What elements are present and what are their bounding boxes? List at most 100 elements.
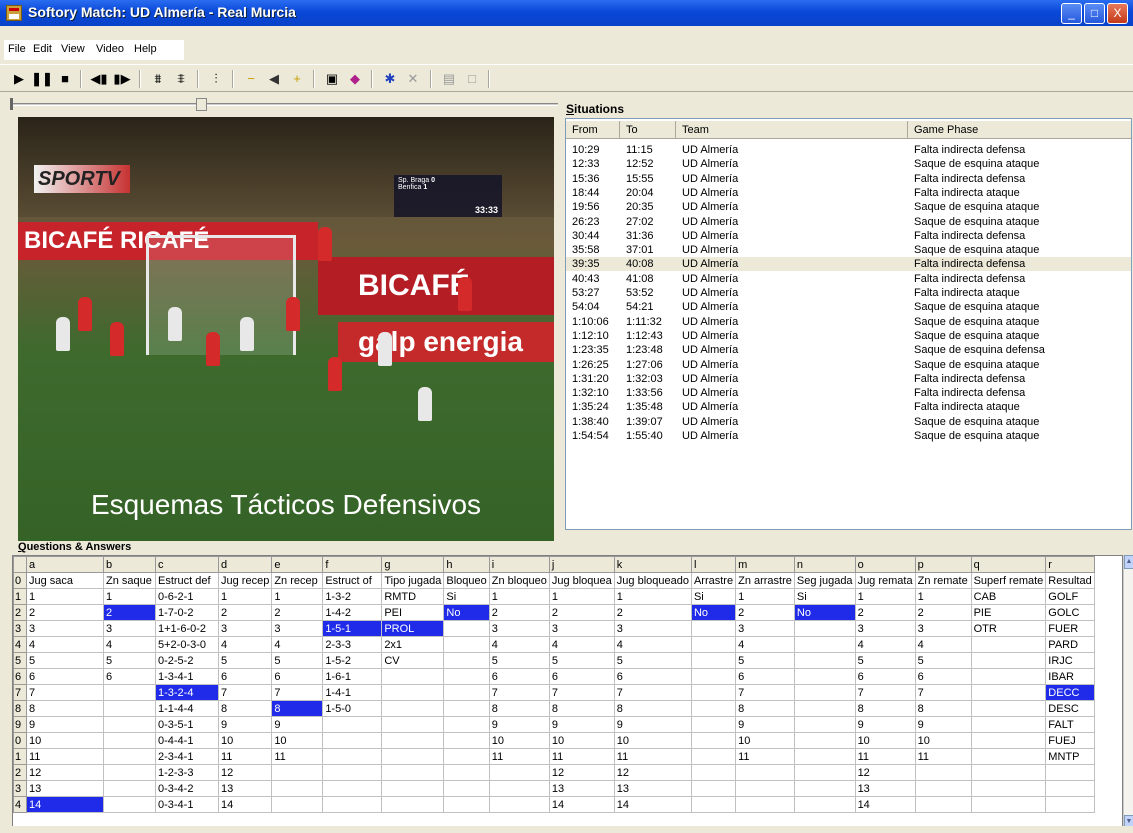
- qa-cell[interactable]: No: [443, 604, 490, 621]
- qa-column-header[interactable]: Zn bloqueo: [488, 572, 550, 589]
- qa-column-letter[interactable]: k: [613, 556, 692, 573]
- title-bar[interactable]: Softory Match: UD Almería - Real Murcia …: [0, 0, 1133, 26]
- qa-cell[interactable]: [322, 748, 383, 765]
- situation-row[interactable]: 1:26:25 1:27:06 UD Almería Saque de esquina…: [566, 358, 1131, 372]
- qa-cell[interactable]: 0-3-4-2: [155, 780, 219, 797]
- qa-cell[interactable]: 0-2-5-2: [155, 652, 219, 669]
- qa-cell[interactable]: 3: [217, 620, 273, 637]
- qa-cell[interactable]: 11: [613, 748, 692, 765]
- qa-cell[interactable]: [443, 636, 490, 653]
- qa-cell[interactable]: 5: [271, 652, 324, 669]
- qa-cell[interactable]: PARD: [1045, 636, 1095, 653]
- qa-cell[interactable]: 8: [271, 700, 324, 717]
- qa-cell[interactable]: 5: [613, 652, 692, 669]
- qa-cell[interactable]: [690, 796, 737, 813]
- qa-cell[interactable]: PROL: [381, 620, 445, 637]
- properties-icon[interactable]: ▤: [438, 68, 460, 90]
- qa-cell[interactable]: [1045, 796, 1095, 813]
- qa-cell[interactable]: [970, 668, 1047, 685]
- qa-cell[interactable]: [1045, 780, 1095, 797]
- qa-column-letter[interactable]: a: [26, 556, 104, 573]
- qa-cell[interactable]: [970, 636, 1047, 653]
- qa-cell[interactable]: [1045, 764, 1095, 781]
- qa-cell[interactable]: 2: [26, 604, 104, 621]
- qa-column-header[interactable]: Resultad: [1045, 572, 1095, 589]
- qa-cell[interactable]: 2-3-4-1: [155, 748, 219, 765]
- qa-cell[interactable]: 11: [914, 748, 972, 765]
- qa-column-header[interactable]: Superf remate: [970, 572, 1047, 589]
- qa-cell[interactable]: 9: [271, 716, 324, 733]
- qa-cell[interactable]: 10: [271, 732, 324, 749]
- asterisk-icon[interactable]: ✱: [379, 68, 401, 90]
- qa-cell[interactable]: 13: [26, 780, 104, 797]
- qa-cell[interactable]: [322, 764, 383, 781]
- qa-cell[interactable]: PEI: [381, 604, 445, 621]
- qa-column-header[interactable]: Zn arrastre: [735, 572, 795, 589]
- qa-cell[interactable]: [271, 796, 324, 813]
- qa-cell[interactable]: [970, 652, 1047, 669]
- menu-file[interactable]: File: [8, 43, 26, 55]
- qa-cell[interactable]: 5: [914, 652, 972, 669]
- qa-column-header[interactable]: Jug remata: [854, 572, 916, 589]
- qa-cell[interactable]: 10: [488, 732, 550, 749]
- qa-cell[interactable]: 14: [217, 796, 273, 813]
- qa-cell[interactable]: 3: [914, 620, 972, 637]
- video-position-slider[interactable]: [10, 98, 558, 111]
- qa-cell[interactable]: 1-1-4-4: [155, 700, 219, 717]
- qa-cell[interactable]: 6: [103, 668, 156, 685]
- qa-cell[interactable]: 1-3-2: [322, 588, 383, 605]
- situation-row[interactable]: 35:58 37:01 UD Almería Saque de esquina ata…: [566, 243, 1131, 257]
- qa-cell[interactable]: 9: [548, 716, 615, 733]
- qa-cell[interactable]: 1: [914, 588, 972, 605]
- play-icon[interactable]: ▶: [8, 68, 30, 90]
- qa-cell[interactable]: 1: [548, 588, 615, 605]
- lineup-2-icon[interactable]: ⩨: [170, 68, 192, 90]
- qa-cell[interactable]: 7: [914, 684, 972, 701]
- qa-cell[interactable]: [381, 732, 445, 749]
- qa-cell[interactable]: [690, 668, 737, 685]
- qa-column-letter[interactable]: n: [793, 556, 856, 573]
- qa-cell[interactable]: [793, 620, 856, 637]
- qa-cell[interactable]: [443, 716, 490, 733]
- qa-cell[interactable]: FUEJ: [1045, 732, 1095, 749]
- qa-cell[interactable]: [793, 684, 856, 701]
- qa-cell[interactable]: [690, 636, 737, 653]
- qa-cell[interactable]: 6: [854, 668, 916, 685]
- qa-cell[interactable]: [443, 732, 490, 749]
- step-back-icon[interactable]: ◀▮: [88, 68, 110, 90]
- qa-column-letter[interactable]: e: [271, 556, 324, 573]
- qa-cell[interactable]: [103, 684, 156, 701]
- qa-cell[interactable]: 2: [103, 604, 156, 621]
- qa-cell[interactable]: 6: [271, 668, 324, 685]
- qa-cell[interactable]: 11: [26, 748, 104, 765]
- qa-cell[interactable]: CAB: [970, 588, 1047, 605]
- qa-cell[interactable]: [690, 700, 737, 717]
- qa-cell[interactable]: DECC: [1045, 684, 1095, 701]
- qa-cell[interactable]: 14: [613, 796, 692, 813]
- qa-cell[interactable]: 1: [488, 588, 550, 605]
- menu-edit[interactable]: Edit: [33, 43, 52, 55]
- qa-cell[interactable]: MNTP: [1045, 748, 1095, 765]
- qa-column-header[interactable]: Seg jugada: [793, 572, 856, 589]
- qa-cell[interactable]: [970, 748, 1047, 765]
- situation-row[interactable]: 40:43 41:08 UD Almería Falta indirecta defe…: [566, 272, 1131, 286]
- qa-cell[interactable]: 10: [914, 732, 972, 749]
- qa-cell[interactable]: 1-5-0: [322, 700, 383, 717]
- qa-cell[interactable]: [970, 732, 1047, 749]
- qa-cell[interactable]: 8: [735, 700, 795, 717]
- qa-cell[interactable]: 11: [854, 748, 916, 765]
- qa-cell[interactable]: 4: [271, 636, 324, 653]
- qa-column-letter[interactable]: i: [488, 556, 550, 573]
- step-forward-icon[interactable]: ▮▶: [111, 68, 133, 90]
- qa-cell[interactable]: OTR: [970, 620, 1047, 637]
- qa-cell[interactable]: [322, 732, 383, 749]
- qa-cell[interactable]: [970, 700, 1047, 717]
- qa-cell[interactable]: 7: [26, 684, 104, 701]
- qa-cell[interactable]: 2: [735, 604, 795, 621]
- qa-cell[interactable]: 2: [217, 604, 273, 621]
- qa-column-letter[interactable]: q: [970, 556, 1047, 573]
- qa-cell[interactable]: 7: [735, 684, 795, 701]
- qa-cell[interactable]: 2: [854, 604, 916, 621]
- qa-cell[interactable]: [690, 716, 737, 733]
- qa-cell[interactable]: [103, 748, 156, 765]
